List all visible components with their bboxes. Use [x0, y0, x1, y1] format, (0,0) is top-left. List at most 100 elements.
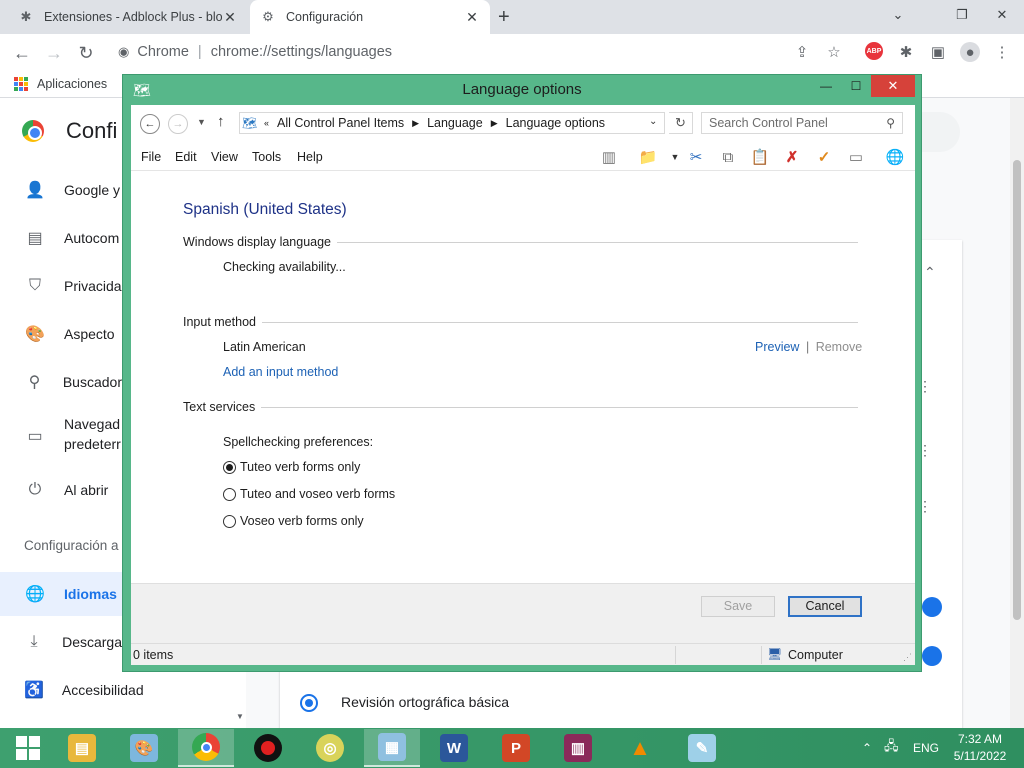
- taskbar-paint[interactable]: 🎨: [116, 729, 172, 767]
- save-button[interactable]: Save: [701, 596, 775, 617]
- copy-icon[interactable]: ⧉: [716, 147, 740, 167]
- radio-button-selected[interactable]: [223, 460, 236, 474]
- menu-edit[interactable]: Edit: [175, 150, 197, 164]
- breadcrumb-item[interactable]: Language options: [506, 116, 605, 130]
- cancel-button[interactable]: Cancel: [788, 596, 862, 617]
- menu-kebab-icon[interactable]: ⋮: [992, 42, 1012, 62]
- globe-network-icon[interactable]: 🌐: [883, 147, 907, 167]
- close-window-button[interactable]: ✕: [871, 75, 915, 97]
- resize-grip-icon[interactable]: ⋰: [903, 652, 912, 663]
- adblock-plus-icon[interactable]: ABP: [865, 42, 883, 60]
- up-arrow-icon[interactable]: ↑: [217, 113, 225, 130]
- close-window-button[interactable]: ✕: [980, 0, 1024, 30]
- breadcrumb-overflow[interactable]: «: [264, 118, 269, 128]
- taskbar-word[interactable]: W: [426, 729, 482, 767]
- menu-tools[interactable]: Tools: [252, 150, 281, 164]
- sidebar-item-search[interactable]: ⚲ Buscador: [0, 360, 122, 404]
- radio-voseo-only[interactable]: Voseo verb forms only: [223, 514, 364, 528]
- extensions-puzzle-icon[interactable]: ✱: [896, 42, 916, 62]
- checkmark-icon[interactable]: ✓: [812, 147, 836, 167]
- sidebar-item-languages[interactable]: 🌐 Idiomas: [0, 572, 122, 616]
- refresh-icon[interactable]: ↻: [669, 112, 693, 134]
- restore-window-button[interactable]: ❐: [940, 0, 984, 30]
- page-title: Confi: [66, 118, 118, 143]
- layout-pane-icon[interactable]: ▥: [597, 147, 621, 167]
- back-arrow-icon[interactable]: ←: [10, 42, 34, 64]
- maximize-button[interactable]: ☐: [841, 75, 871, 97]
- sidebar-item-google[interactable]: 👤 Google y: [0, 168, 122, 212]
- sidebar-item-appearance[interactable]: 🎨 Aspecto: [0, 312, 122, 356]
- tab-extensions[interactable]: ✱ Extensiones - Adblock Plus - bloq ✕: [8, 0, 248, 34]
- menu-file[interactable]: File: [141, 150, 161, 164]
- breadcrumb-arrow-icon[interactable]: ▶: [491, 118, 498, 129]
- sidebar-item-privacy[interactable]: ⛉ Privacida: [0, 264, 122, 308]
- system-clock[interactable]: 7:32 AM 5/11/2022: [952, 731, 1008, 765]
- radio-tuteo-only[interactable]: Tuteo verb forms only: [223, 460, 360, 474]
- share-icon[interactable]: ⇪: [792, 42, 812, 62]
- sidebar-item-accessibility[interactable]: ♿ Accesibilidad: [0, 668, 144, 712]
- search-control-panel-input[interactable]: Search Control Panel ⚲: [701, 112, 903, 134]
- bookmark-apps[interactable]: Aplicaciones: [14, 77, 107, 91]
- delete-x-icon[interactable]: ✗: [780, 147, 804, 167]
- network-icon[interactable]: 🖧: [884, 728, 899, 768]
- properties-icon[interactable]: ▭: [844, 147, 868, 167]
- preview-link[interactable]: Preview: [755, 340, 799, 354]
- breadcrumb-item[interactable]: All Control Panel Items: [277, 116, 404, 130]
- radio-tuteo-voseo[interactable]: Tuteo and voseo verb forms: [223, 487, 395, 501]
- side-panel-icon[interactable]: ▣: [928, 42, 948, 62]
- address-bar[interactable]: ◉ Chrome | chrome://settings/languages: [108, 37, 853, 67]
- taskbar-media-disc[interactable]: ◎: [302, 729, 358, 767]
- sidebar-section-heading[interactable]: Configuración a: [24, 538, 119, 553]
- search-icon[interactable]: ⚲: [886, 116, 895, 130]
- recent-locations-chevron-icon[interactable]: ▼: [197, 117, 206, 127]
- address-breadcrumb[interactable]: 🗺 « All Control Panel Items ▶ Language ▶…: [239, 112, 665, 134]
- taskbar-chrome[interactable]: [178, 729, 234, 767]
- toggle-switch[interactable]: [922, 646, 942, 666]
- taskbar-powerpoint[interactable]: P: [488, 729, 544, 767]
- back-arrow-icon[interactable]: ←: [140, 114, 160, 134]
- breadcrumb-arrow-icon[interactable]: ▶: [412, 118, 419, 129]
- close-tab-icon[interactable]: ✕: [222, 9, 238, 26]
- menu-help[interactable]: Help: [297, 150, 323, 164]
- sidebar-item-autofill[interactable]: ▤ Autocom: [0, 216, 122, 260]
- address-dropdown-icon[interactable]: ⌄: [649, 116, 657, 127]
- breadcrumb-item[interactable]: Language: [427, 116, 483, 130]
- input-language-indicator[interactable]: ENG: [913, 728, 939, 768]
- reload-icon[interactable]: ↻: [74, 42, 98, 64]
- palette-icon: 🎨: [25, 326, 45, 343]
- taskbar-vlc[interactable]: ▲: [612, 729, 668, 767]
- sidebar-item-default-browser[interactable]: ▭ Navegad predeterr: [0, 414, 122, 462]
- paste-clipboard-icon[interactable]: 📋: [748, 147, 772, 167]
- forward-arrow-icon[interactable]: →: [42, 42, 66, 64]
- sidebar-item-on-startup[interactable]: ⏻ Al abrir: [0, 468, 122, 512]
- toggle-switch[interactable]: [922, 597, 942, 617]
- radio-button[interactable]: [223, 487, 236, 501]
- show-hidden-icons-chevron[interactable]: ⌃: [862, 728, 872, 768]
- folder-properties-icon[interactable]: 📁: [636, 147, 660, 167]
- taskbar-notes[interactable]: ✎: [674, 729, 730, 767]
- taskbar-recorder[interactable]: [240, 729, 296, 767]
- tab-search-icon[interactable]: ⌄: [876, 0, 920, 30]
- start-button[interactable]: [0, 729, 56, 767]
- add-input-method-link[interactable]: Add an input method: [223, 365, 338, 379]
- close-tab-icon[interactable]: ✕: [464, 9, 480, 26]
- radio-button[interactable]: [223, 514, 236, 528]
- tab-settings[interactable]: ⚙ Configuración ✕: [250, 0, 490, 34]
- remove-link[interactable]: Remove: [816, 340, 863, 354]
- language-name-heading: Spanish (United States): [183, 201, 347, 218]
- new-tab-button[interactable]: +: [498, 6, 510, 29]
- taskbar-control-panel[interactable]: ▦: [364, 729, 420, 767]
- scrollbar-thumb[interactable]: [1013, 160, 1021, 620]
- page-scrollbar[interactable]: [1010, 98, 1024, 728]
- taskbar-winrar[interactable]: ▥: [550, 729, 606, 767]
- chevron-up-icon[interactable]: ⌃: [924, 264, 936, 281]
- menu-view[interactable]: View: [211, 150, 238, 164]
- minimize-button[interactable]: —: [811, 75, 841, 97]
- bookmark-star-icon[interactable]: ☆: [824, 42, 844, 62]
- profile-avatar[interactable]: ●: [960, 42, 980, 62]
- forward-arrow-icon[interactable]: →: [168, 114, 188, 134]
- spellcheck-basic-radio[interactable]: [300, 694, 318, 712]
- taskbar-file-explorer[interactable]: ▤: [54, 729, 110, 767]
- sidebar-item-downloads[interactable]: ⤓ Descarga: [0, 620, 123, 664]
- cut-scissors-icon[interactable]: ✂: [684, 147, 708, 167]
